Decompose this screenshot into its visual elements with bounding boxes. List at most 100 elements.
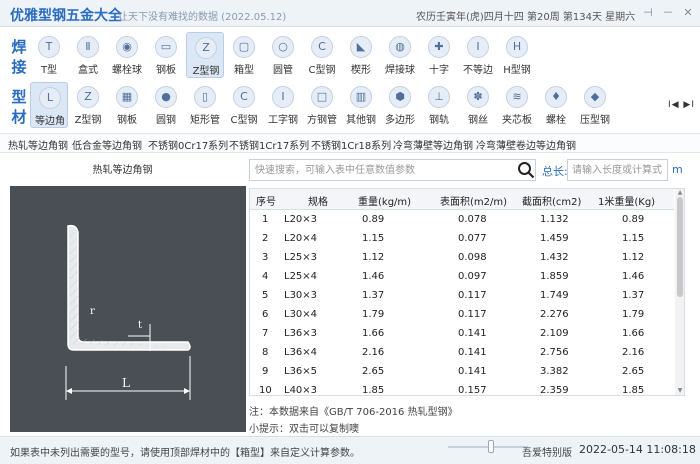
subtab-low-alloy[interactable]: 低合金等边角钢 [72, 137, 142, 152]
polygon-icon: ⬢ [389, 86, 411, 108]
scroll-thumb[interactable] [677, 197, 683, 297]
table-row[interactable]: 5 L30×3 1.37 0.117 1.749 1.37 [250, 287, 674, 306]
cell-surface: 0.117 [458, 290, 487, 301]
round-steel-icon: ● [155, 86, 177, 108]
cell-meter-weight: 2.16 [622, 347, 645, 358]
angle-profile [67, 224, 191, 351]
app-subtitle: 让天下没有难找的数据 (2022.05.12) [118, 12, 287, 23]
table-row[interactable]: 8 L36×4 2.16 0.141 2.756 2.16 [250, 344, 674, 363]
col-header-surface[interactable]: 表面积(m2/m) [440, 193, 507, 208]
cell-meter-weight: 1.85 [622, 385, 645, 396]
table-row[interactable]: 7 L36×3 1.66 0.141 2.109 1.66 [250, 325, 674, 344]
pin-icon[interactable]: ⊣ [640, 4, 656, 22]
close-button[interactable]: ✕ [680, 4, 696, 22]
steel-wire-icon: ✽ [467, 86, 489, 108]
other-steel-icon: ▥ [350, 86, 372, 108]
status-bar: 如果表中未列出需要的型号，请使用顶部焊材中的【箱型】来自定义计算参数。 吾爱特别… [0, 436, 700, 464]
subtab-hot-rolled[interactable]: 热轧等边角钢 [8, 137, 68, 152]
cell-index: 7 [262, 328, 269, 339]
cell-spec: L36×5 [284, 366, 318, 377]
sandwich-panel-icon: ≋ [506, 86, 528, 108]
tool-profiled-steel[interactable]: ◆ 压型钢 [576, 82, 614, 128]
length-unit: m [672, 163, 683, 176]
toolbar-nav-arrows[interactable]: I◀ ▶I [668, 100, 695, 110]
subtype-tabs: 热轧等边角钢 低合金等边角钢 不锈钢0Cr17系列 不锈钢1Cr17系列 不锈钢… [0, 133, 700, 153]
cell-weight: 1.15 [362, 233, 385, 244]
cell-spec: L25×4 [284, 271, 318, 282]
table-row[interactable]: 2 L20×4 1.15 0.077 1.459 1.15 [250, 230, 674, 249]
col-header-meter-weight[interactable]: 1米重量(Kg) [598, 193, 655, 208]
scroll-up-icon[interactable]: ▲ [675, 189, 684, 197]
cell-index: 10 [259, 385, 272, 396]
z-steel-icon: Z [77, 86, 99, 108]
subtab-1cr17[interactable]: 不锈钢1Cr17系列 [229, 137, 309, 152]
table-row[interactable]: 4 L25×4 1.46 0.097 1.859 1.46 [250, 268, 674, 287]
search-input[interactable] [250, 160, 510, 180]
subtab-1cr18[interactable]: 不锈钢1Cr18系列 [311, 137, 391, 152]
cell-spec: L40×3 [284, 385, 318, 396]
search-icon[interactable] [517, 161, 535, 179]
length-box [567, 159, 668, 181]
c-steel-icon: C [233, 86, 255, 108]
cell-section: 3.382 [540, 366, 569, 377]
cell-spec: L20×4 [284, 233, 318, 244]
equal-angle-icon: L [39, 87, 61, 109]
cell-spec: L25×3 [284, 252, 318, 263]
search-box [249, 159, 536, 181]
cell-meter-weight: 1.37 [622, 290, 645, 301]
subtab-0cr17[interactable]: 不锈钢0Cr17系列 [148, 137, 228, 152]
length-arrow-left [66, 388, 72, 394]
length-label: 总长: [542, 165, 568, 178]
steel-plate-icon: ▭ [155, 36, 177, 58]
scroll-down-icon[interactable]: ▼ [675, 387, 684, 395]
col-header-weight[interactable]: 重量(kg/m) [358, 193, 411, 208]
lunar-date: 农历壬寅年(虎)四月十四 第20周 第134天 星期六 [416, 12, 636, 23]
cell-surface: 0.157 [458, 385, 487, 396]
cell-surface: 0.097 [458, 271, 487, 282]
cell-section: 2.276 [540, 309, 569, 320]
cell-meter-weight: 1.46 [622, 271, 645, 282]
col-header-index[interactable]: 序号 [256, 193, 276, 208]
app-title: 优雅型钢五金大全 [10, 8, 122, 24]
cell-spec: L30×4 [284, 309, 318, 320]
cell-section: 1.459 [540, 233, 569, 244]
cell-meter-weight: 2.65 [622, 366, 645, 377]
table-row[interactable]: 6 L30×4 1.79 0.117 2.276 1.79 [250, 306, 674, 325]
opacity-slider-thumb[interactable] [488, 440, 494, 453]
table-row[interactable]: 9 L36×5 2.65 0.141 3.382 2.65 [250, 363, 674, 382]
angle-hatch [70, 228, 186, 348]
dim-label-l: L [122, 376, 130, 390]
h-steel-icon: H [506, 36, 528, 58]
subtab-cold-bent[interactable]: 冷弯薄壁等边角钢 [393, 137, 473, 152]
cell-section: 1.859 [540, 271, 569, 282]
dim-label-r: r [90, 306, 95, 317]
bolt-ball-icon: ◉ [116, 36, 138, 58]
col-header-section[interactable]: 截面积(cm2) [522, 193, 581, 208]
cell-surface: 0.098 [458, 252, 487, 263]
cell-weight: 1.12 [362, 252, 385, 263]
table-row[interactable]: 3 L25×3 1.12 0.098 1.432 1.12 [250, 249, 674, 268]
minimize-button[interactable]: － [660, 4, 676, 22]
cell-meter-weight: 1.12 [622, 252, 645, 263]
tool-h-steel[interactable]: H H型钢 [498, 32, 536, 78]
tool-steel-plate[interactable]: ▭ 钢板 [147, 32, 185, 78]
table-scrollbar[interactable]: ▲ ▼ [675, 189, 684, 395]
table-row[interactable]: 1 L20×3 0.89 0.078 1.132 0.89 [250, 211, 674, 230]
cross-icon: ✚ [428, 36, 450, 58]
length-input[interactable] [568, 160, 667, 180]
table-row[interactable]: 10 L40×3 1.85 0.157 2.359 1.85 [250, 382, 674, 396]
subtab-cold-bent-lipped[interactable]: 冷弯薄壁卷边等边角钢 [476, 137, 576, 152]
cell-weight: 1.66 [362, 328, 385, 339]
cell-weight: 0.89 [362, 214, 385, 225]
dim-label-t: t [138, 320, 142, 331]
cell-meter-weight: 1.79 [622, 309, 645, 320]
length-arrow-right [184, 388, 190, 394]
cell-index: 8 [262, 347, 269, 358]
cell-index: 1 [262, 214, 269, 225]
status-message: 如果表中未列出需要的型号，请使用顶部焊材中的【箱型】来自定义计算参数。 [10, 448, 360, 459]
copy-tip: 小提示：双击可以复制噢 [249, 424, 359, 435]
rect-tube-icon: ▯ [194, 86, 216, 108]
cell-weight: 1.85 [362, 385, 385, 396]
cell-index: 3 [262, 252, 269, 263]
col-header-spec[interactable]: 规格 [308, 193, 328, 208]
